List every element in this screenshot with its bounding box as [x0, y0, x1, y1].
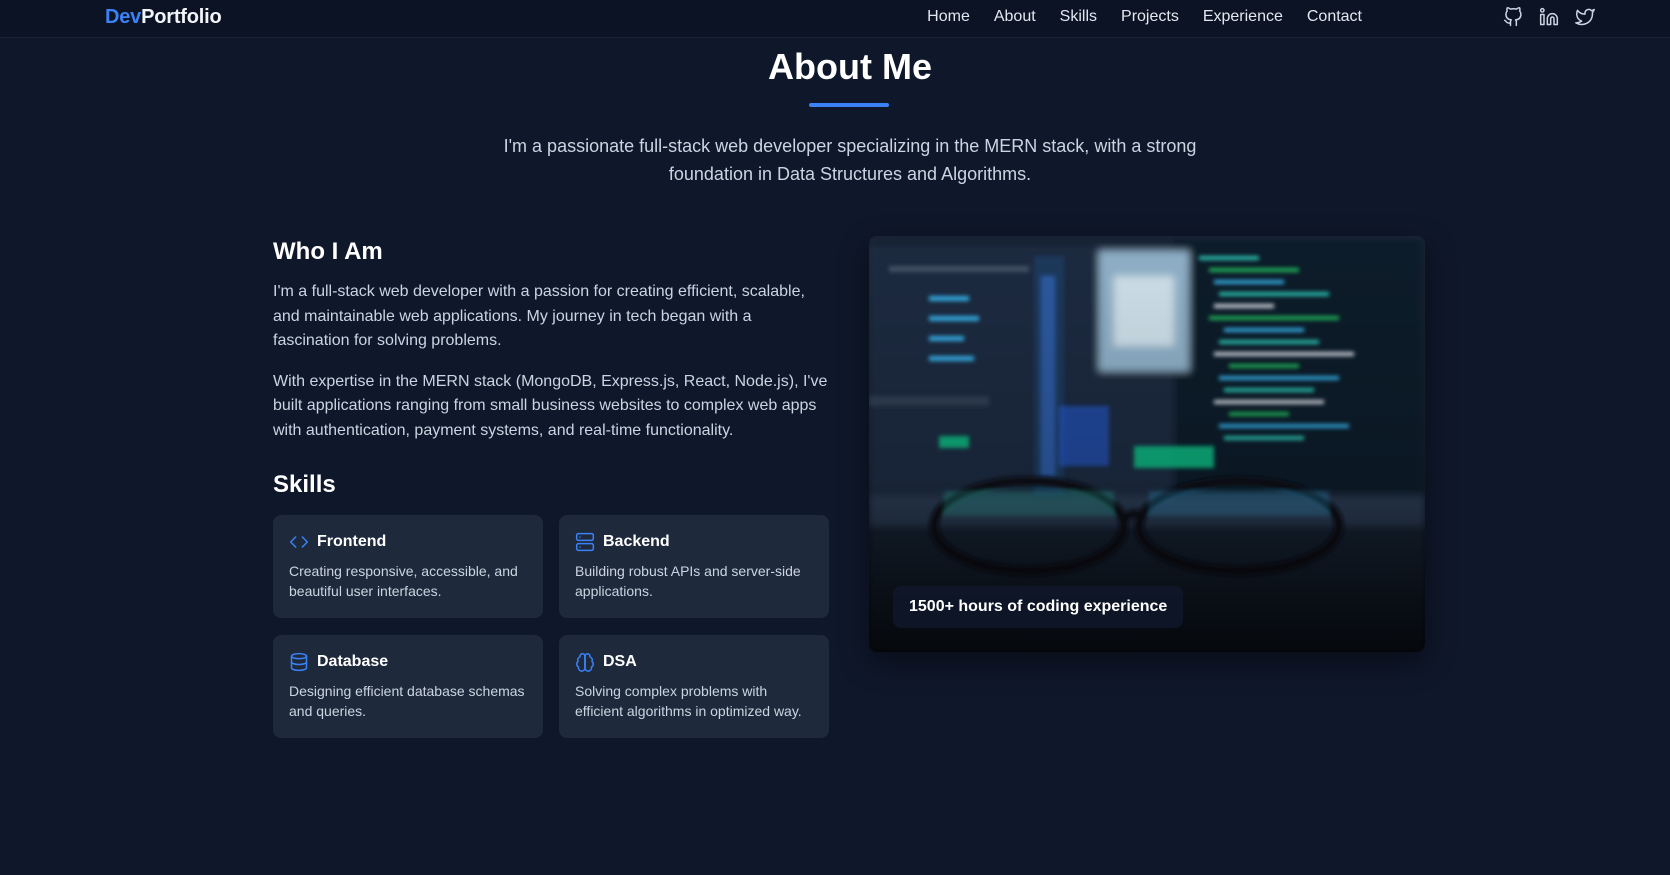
nav-link-projects[interactable]: Projects	[1121, 8, 1179, 26]
intro-text: I'm a passionate full-stack web develope…	[503, 136, 1197, 184]
who-i-am-heading: Who I Am	[273, 238, 383, 265]
database-icon	[289, 652, 309, 672]
brand-rest: Portfolio	[141, 6, 222, 28]
navbar: DevPortfolio Home About Skills Projects …	[0, 0, 1670, 38]
skill-card-dsa: DSA Solving complex problems with effici…	[559, 635, 829, 738]
skill-name: Frontend	[317, 533, 387, 550]
nav-link-experience[interactable]: Experience	[1203, 8, 1283, 26]
server-icon	[575, 532, 595, 552]
skill-desc: Solving complex problems with efficient …	[575, 683, 802, 719]
brand-logo[interactable]: DevPortfolio	[105, 6, 222, 29]
skill-name: Database	[317, 653, 389, 670]
skill-desc: Building robust APIs and server-side app…	[575, 563, 801, 599]
skill-desc: Designing efficient database schemas and…	[289, 683, 525, 719]
nav-link-home[interactable]: Home	[927, 8, 970, 26]
title-underline	[809, 103, 889, 107]
experience-badge: 1500+ hours of coding experience	[893, 586, 1184, 628]
about-paragraph: With expertise in the MERN stack (MongoD…	[273, 372, 828, 439]
nav-links: Home About Skills Projects Experience Co…	[927, 8, 1362, 26]
github-icon[interactable]	[1503, 7, 1523, 27]
skill-card-backend: Backend Building robust APIs and server-…	[559, 515, 829, 618]
twitter-icon[interactable]	[1575, 7, 1595, 27]
nav-link-about[interactable]: About	[994, 8, 1036, 26]
nav-link-contact[interactable]: Contact	[1307, 8, 1362, 26]
about-paragraph: I'm a full-stack web developer with a pa…	[273, 283, 805, 349]
code-icon	[289, 532, 309, 552]
brain-icon	[575, 652, 595, 672]
skill-name: DSA	[603, 653, 637, 670]
coding-photo: 1500+ hours of coding experience	[869, 236, 1425, 652]
nav-link-skills[interactable]: Skills	[1060, 8, 1097, 26]
skills-grid: Frontend Creating responsive, accessible…	[273, 515, 829, 738]
skill-card-frontend: Frontend Creating responsive, accessible…	[273, 515, 543, 618]
linkedin-icon[interactable]	[1539, 7, 1559, 27]
skills-heading: Skills	[273, 471, 336, 498]
about-text-column: Who I Am I'm a full-stack web developer …	[273, 238, 829, 738]
skill-desc: Creating responsive, accessible, and bea…	[289, 563, 518, 599]
brand-accent: Dev	[105, 6, 142, 28]
section-title: About Me	[768, 46, 932, 87]
skill-name: Backend	[603, 533, 670, 550]
skill-card-database: Database Designing efficient database sc…	[273, 635, 543, 738]
social-links	[1503, 7, 1595, 27]
